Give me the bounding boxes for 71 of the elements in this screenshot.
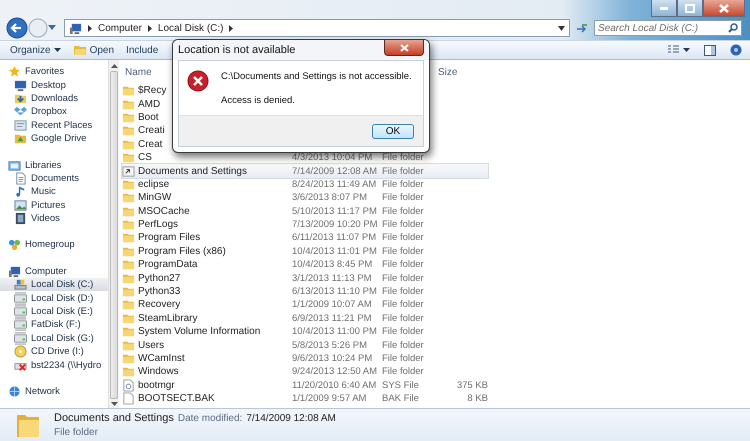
date-modified: 4/3/2013 10:04 PM: [292, 152, 374, 164]
file-type: File folder: [382, 246, 425, 257]
file-type: File folder: [382, 259, 425, 270]
file-name: Boot: [137, 112, 159, 123]
date-modified: 3/6/2013 8:07 PM: [292, 192, 368, 204]
selected-item-name: Documents and Settings: [54, 412, 174, 424]
date-modified: 1/1/2009 10:07 AM: [292, 299, 373, 310]
date-modified: 6/11/2013 11:07 PM: [292, 232, 378, 244]
date-modified: 5/10/2013 11:17 PM: [292, 206, 378, 217]
file-type: File folder: [382, 312, 425, 324]
date-modified: 9/24/2013 12:50 AM: [292, 366, 378, 378]
file-type: File folder: [382, 272, 425, 284]
date-modified: 10/4/2013 11:00 PM: [292, 326, 378, 338]
file-name: PerfLogs: [137, 219, 178, 230]
file-type: File folder: [382, 326, 425, 338]
file-size: 8 KB: [466, 393, 488, 404]
date-modified: 9/6/2013 10:24 PM: [292, 353, 374, 364]
file-name: ProgramData: [137, 259, 198, 270]
date-modified: 8/24/2013 11:49 AM: [292, 178, 378, 190]
file-type: File folder: [382, 340, 425, 351]
file-type: File folder: [382, 178, 425, 190]
date-modified: 10/4/2013 11:01 PM: [292, 246, 378, 257]
file-name: Documents and Settings: [137, 166, 247, 177]
file-name: MinGW: [137, 192, 172, 204]
file-name: SteamLibrary: [137, 312, 198, 324]
property-value: 7/14/2009 12:08 AM: [246, 413, 336, 424]
error-detail: Access is denied.: [221, 95, 296, 106]
file-name: BOOTSECT.BAK: [137, 393, 215, 404]
file-name: Python33: [137, 286, 180, 298]
file-type: File folder: [382, 353, 425, 364]
item-type: File folder: [54, 427, 99, 438]
file-name: AMD: [137, 98, 160, 110]
file-type: File folder: [382, 366, 425, 378]
file-name: Windows: [137, 366, 179, 378]
file-type: File folder: [382, 299, 425, 310]
file-name: Creat: [137, 138, 162, 150]
file-name: Users: [137, 340, 164, 351]
date-modified: 3/1/2013 11:13 PM: [292, 272, 373, 284]
file-name: Program Files (x86): [137, 246, 226, 257]
date-modified: 7/14/2009 12:08 AM: [292, 166, 378, 177]
date-modified: 11/20/2010 6:40 AM: [292, 380, 378, 391]
file-name: MSOCache: [137, 206, 190, 217]
date-modified: 6/9/2013 11:21 PM: [292, 312, 373, 324]
file-type: File folder: [382, 206, 425, 217]
file-type: SYS File: [382, 380, 420, 391]
date-modified: 1/1/2009 9:57 AM: [292, 393, 368, 404]
file-name: $Recy: [137, 85, 166, 96]
file-name: Program Files: [137, 232, 200, 244]
file-size: 375 KB: [456, 380, 488, 391]
property-label: Date modified:: [178, 413, 242, 424]
file-name: bootmgr: [137, 380, 175, 391]
file-name: Python27: [137, 272, 180, 284]
date-modified: 10/4/2013 8:45 PM: [292, 259, 374, 270]
date-modified: 5/8/2013 5:26 PM: [292, 340, 368, 351]
date-modified: 7/13/2009 10:20 PM: [292, 219, 379, 230]
file-type: File folder: [382, 232, 425, 244]
file-type: File folder: [382, 219, 425, 230]
file-type: File folder: [382, 166, 425, 177]
file-name: Recovery: [137, 299, 180, 310]
file-name: Creati: [137, 125, 165, 136]
file-name: CS: [137, 152, 152, 164]
file-name: WCamInst: [137, 353, 185, 364]
error-message: C:\Documents and Settings is not accessible.: [221, 71, 412, 82]
file-name: eclipse: [137, 178, 170, 190]
file-type: BAK File: [382, 393, 420, 404]
file-type: File folder: [382, 152, 425, 164]
date-modified: 6/13/2013 11:10 PM: [292, 286, 378, 298]
dialog-title: Location is not available: [178, 44, 296, 56]
file-type: File folder: [382, 286, 425, 298]
file-type: File folder: [382, 192, 425, 204]
file-name: System Volume Information: [137, 326, 260, 338]
